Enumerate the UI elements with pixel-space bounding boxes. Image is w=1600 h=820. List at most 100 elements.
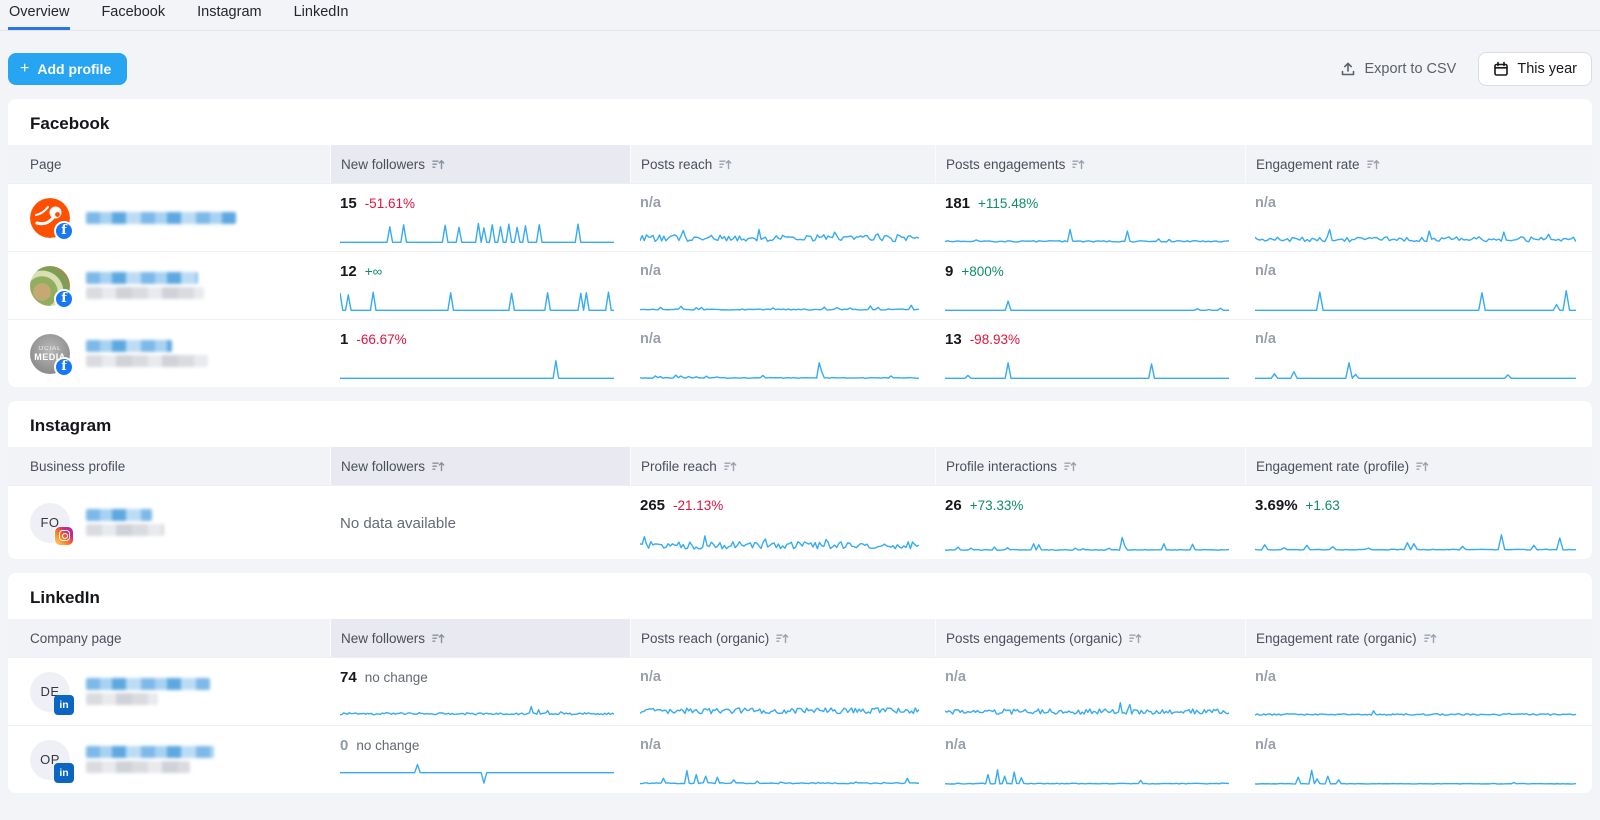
change-value: no change: [356, 738, 419, 753]
facebook-section-card: Facebook Page New followers Posts reach …: [8, 99, 1592, 387]
column-header-page[interactable]: Page: [8, 145, 330, 183]
sparkline-chart: [945, 216, 1229, 244]
instagram-section-title: Instagram: [8, 401, 1592, 447]
metric-engagement-rate[interactable]: n/a: [1245, 319, 1592, 387]
company-page-cell[interactable]: OP in: [8, 725, 330, 793]
sparkline-chart: [1255, 758, 1576, 786]
sort-icon: [1367, 158, 1380, 171]
metric-new-followers[interactable]: 1-66.67%: [330, 319, 630, 387]
metric-new-followers[interactable]: 74no change: [330, 657, 630, 725]
sparkline-chart: [945, 690, 1229, 718]
column-header-posts-engagements-organic[interactable]: Posts engagements (organic): [935, 619, 1245, 657]
sort-icon: [1072, 158, 1085, 171]
redacted-profile-name: [86, 675, 210, 708]
business-profile-cell[interactable]: FO: [8, 485, 330, 559]
column-header-engagement-rate-profile[interactable]: Engagement rate (profile): [1245, 447, 1592, 485]
metric-posts-reach-organic[interactable]: n/a: [630, 657, 935, 725]
sort-icon: [432, 158, 445, 171]
date-range-button[interactable]: This year: [1478, 52, 1592, 86]
column-header-new-followers[interactable]: New followers: [330, 145, 630, 183]
sort-icon: [1129, 632, 1142, 645]
metric-new-followers[interactable]: 0no change: [330, 725, 630, 793]
facebook-section-title: Facebook: [8, 99, 1592, 145]
column-header-engagement-rate-organic[interactable]: Engagement rate (organic): [1245, 619, 1592, 657]
change-value: +800%: [961, 264, 1003, 279]
metric-engagement-rate-organic[interactable]: n/a: [1245, 657, 1592, 725]
export-csv-label: Export to CSV: [1364, 61, 1456, 77]
metric-new-followers[interactable]: 12+∞: [330, 251, 630, 319]
linkedin-badge-icon: in: [54, 695, 74, 715]
sort-icon: [1416, 460, 1429, 473]
column-header-new-followers[interactable]: New followers: [330, 619, 630, 657]
metric-posts-reach[interactable]: n/a: [630, 319, 935, 387]
column-header-posts-reach-organic[interactable]: Posts reach (organic): [630, 619, 935, 657]
change-value: +1.63: [1306, 498, 1340, 513]
column-header-company-page[interactable]: Company page: [8, 619, 330, 657]
sparkline-chart: [340, 352, 614, 380]
sparkline-chart: [640, 352, 919, 380]
sparkline-chart: [1255, 216, 1576, 244]
tab-facebook[interactable]: Facebook: [100, 0, 166, 30]
redacted-profile-name: [86, 743, 214, 776]
metric-profile-interactions[interactable]: 26+73.33%: [935, 485, 1245, 559]
change-value: +115.48%: [978, 196, 1038, 211]
redacted-profile-name: [86, 337, 208, 370]
sparkline-chart: [640, 524, 919, 552]
metric-posts-reach[interactable]: n/a: [630, 183, 935, 251]
metric-posts-engagements-organic[interactable]: n/a: [935, 725, 1245, 793]
sparkline-chart: [340, 758, 614, 786]
sparkline-chart: [640, 216, 919, 244]
sparkline-chart: [945, 524, 1229, 552]
facebook-table: Page New followers Posts reach Posts eng…: [8, 145, 1592, 387]
linkedin-table: Company page New followers Posts reach (…: [8, 619, 1592, 793]
change-value: no change: [365, 670, 428, 685]
metric-posts-engagements-organic[interactable]: n/a: [935, 657, 1245, 725]
metric-new-followers[interactable]: 15-51.61%: [330, 183, 630, 251]
column-header-new-followers[interactable]: New followers: [330, 447, 630, 485]
metric-posts-engagements[interactable]: 9+800%: [935, 251, 1245, 319]
sort-icon: [1064, 460, 1077, 473]
sparkline-chart: [340, 690, 614, 718]
column-header-engagement-rate[interactable]: Engagement rate: [1245, 145, 1592, 183]
linkedin-section-card: LinkedIn Company page New followers Post…: [8, 573, 1592, 793]
add-profile-label: Add profile: [37, 61, 111, 77]
column-header-profile-interactions[interactable]: Profile interactions: [935, 447, 1245, 485]
metric-posts-engagements[interactable]: 13-98.93%: [935, 319, 1245, 387]
page-profile-cell[interactable]: OCIAL MEDIA f: [8, 319, 330, 387]
company-page-cell[interactable]: DE in: [8, 657, 330, 725]
page-profile-cell[interactable]: f: [8, 251, 330, 319]
avatar: f: [30, 198, 70, 238]
sort-icon: [432, 460, 445, 473]
tab-instagram[interactable]: Instagram: [196, 0, 262, 30]
metric-new-followers[interactable]: No data available: [330, 485, 630, 559]
top-tab-bar: Overview Facebook Instagram LinkedIn: [0, 0, 1600, 31]
metric-profile-reach[interactable]: 265-21.13%: [630, 485, 935, 559]
sparkline-chart: [340, 284, 614, 312]
tab-linkedin[interactable]: LinkedIn: [293, 0, 350, 30]
metric-engagement-rate[interactable]: n/a: [1245, 183, 1592, 251]
change-value: -98.93%: [970, 332, 1020, 347]
column-header-posts-reach[interactable]: Posts reach: [630, 145, 935, 183]
metric-posts-engagements[interactable]: 181+115.48%: [935, 183, 1245, 251]
sparkline-chart: [945, 758, 1229, 786]
redacted-profile-name: [86, 269, 204, 302]
tab-overview[interactable]: Overview: [8, 0, 70, 30]
column-header-profile-reach[interactable]: Profile reach: [630, 447, 935, 485]
metric-posts-reach-organic[interactable]: n/a: [630, 725, 935, 793]
sort-icon: [432, 632, 445, 645]
redacted-profile-name: [86, 209, 236, 227]
instagram-badge-icon: [54, 526, 74, 546]
redacted-profile-name: [86, 506, 164, 539]
metric-posts-reach[interactable]: n/a: [630, 251, 935, 319]
metric-engagement-rate[interactable]: n/a: [1245, 251, 1592, 319]
add-profile-button[interactable]: + Add profile: [8, 53, 127, 85]
metric-engagement-rate-organic[interactable]: n/a: [1245, 725, 1592, 793]
export-csv-button[interactable]: Export to CSV: [1340, 61, 1456, 77]
page-profile-cell[interactable]: f: [8, 183, 330, 251]
metric-engagement-rate-profile[interactable]: 3.69%+1.63: [1245, 485, 1592, 559]
instagram-table: Business profile New followers Profile r…: [8, 447, 1592, 559]
column-header-posts-engagements[interactable]: Posts engagements: [935, 145, 1245, 183]
avatar: OCIAL MEDIA f: [30, 334, 70, 374]
column-header-business-profile[interactable]: Business profile: [8, 447, 330, 485]
sparkline-chart: [945, 284, 1229, 312]
